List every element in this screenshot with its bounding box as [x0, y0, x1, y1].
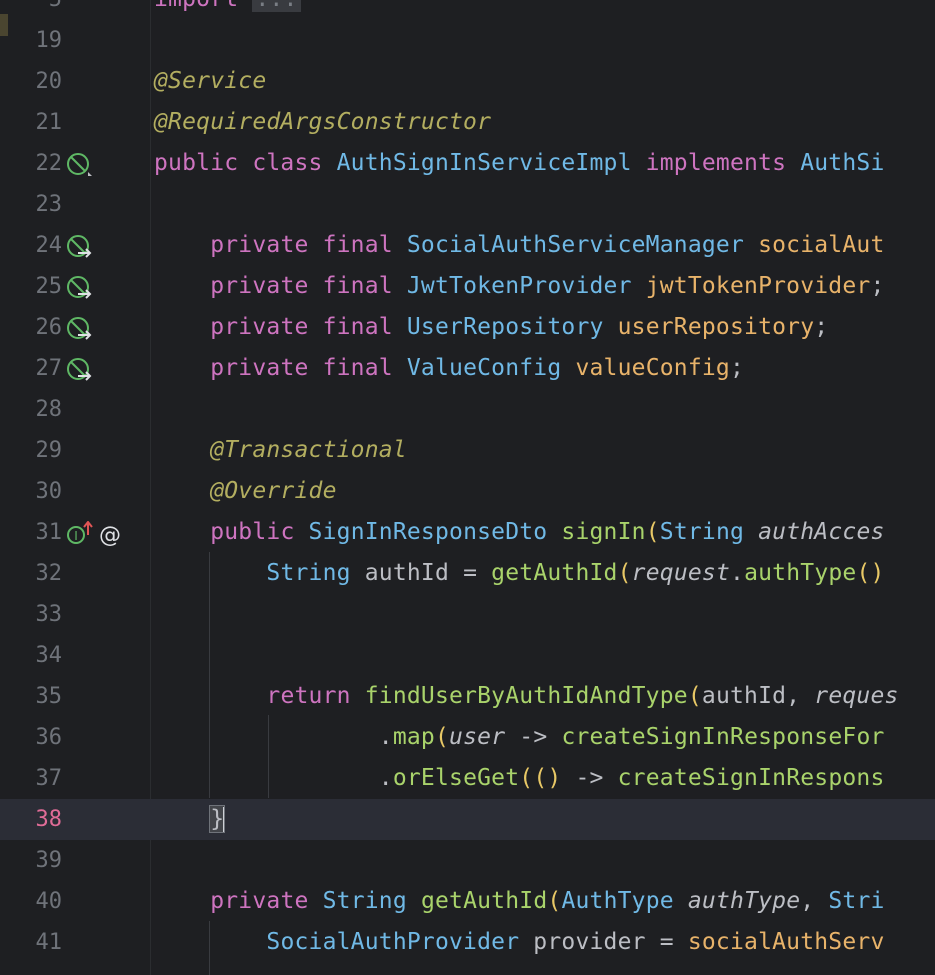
line-number: 34 — [35, 643, 63, 668]
line-number: 36 — [35, 725, 63, 750]
line-number: 5 — [0, 0, 62, 20]
code-line[interactable]: 29 @Transactional — [0, 430, 935, 471]
line-number: 24 — [35, 233, 63, 258]
bean-class-icon[interactable] — [66, 152, 92, 178]
code-text: String authId = getAuthId(request.authTy… — [266, 560, 885, 586]
line-number: 27 — [35, 356, 63, 381]
line-number: 33 — [35, 602, 63, 627]
line-number: 30 — [35, 479, 63, 504]
line-number: 21 — [35, 110, 63, 135]
code-line[interactable]: 26 private final UserRepository userRepo… — [0, 307, 935, 348]
code-line[interactable]: 21 @RequiredArgsConstructor — [0, 102, 935, 143]
implements-override-icon[interactable]: I @ — [66, 521, 126, 547]
line-number: 35 — [35, 684, 63, 709]
code-line[interactable]: 5 import ... — [0, 0, 935, 20]
line-number: 22 — [35, 151, 63, 176]
matched-brace: } — [209, 805, 226, 833]
line-number: 20 — [35, 69, 63, 94]
code-line[interactable]: 37 .orElseGet(() -> createSignInRespons — [0, 758, 935, 799]
line-number: 32 — [35, 561, 63, 586]
code-text: .map(user -> createSignInResponseFor — [378, 724, 885, 750]
code-text: @RequiredArgsConstructor — [154, 109, 492, 135]
svg-text:@: @ — [99, 523, 121, 547]
line-number: 41 — [35, 930, 63, 955]
caret-line[interactable]: 38 } — [0, 799, 935, 840]
line-number: 28 — [35, 397, 63, 422]
code-text: private final JwtTokenProvider jwtTokenP… — [210, 273, 885, 299]
code-line[interactable]: 27 private final ValueConfig valueConfig… — [0, 348, 935, 389]
code-line[interactable]: 33 — [0, 594, 935, 635]
autowired-navigate-icon[interactable] — [66, 275, 92, 301]
code-line[interactable]: 22 public class AuthSignInServiceImpl im… — [0, 143, 935, 184]
code-line[interactable]: 32 String authId = getAuthId(request.aut… — [0, 553, 935, 594]
line-number: 40 — [35, 889, 63, 914]
autowired-navigate-icon[interactable] — [66, 234, 92, 260]
code-text: SocialAuthProvider provider = socialAuth… — [266, 929, 885, 955]
folded-imports[interactable]: ... — [252, 0, 301, 12]
line-number: 31 — [35, 520, 63, 545]
code-line[interactable]: 24 private final SocialAuthServiceManage… — [0, 225, 935, 266]
code-text: .orElseGet(() -> createSignInRespons — [378, 765, 885, 791]
code-line[interactable]: 40 private String getAuthId(AuthType aut… — [0, 881, 935, 922]
code-line[interactable]: 31 I @ public SignInResponseDto signIn(S… — [0, 512, 935, 553]
line-number: 23 — [35, 192, 63, 217]
code-line[interactable]: 30 @Override — [0, 471, 935, 512]
code-text: @Service — [154, 68, 267, 94]
code-editor[interactable]: 5 import ... 19 20 @Service 21 @Required… — [0, 0, 935, 975]
autowired-navigate-icon[interactable] — [66, 316, 92, 342]
code-line[interactable]: 25 private final JwtTokenProvider jwtTok… — [0, 266, 935, 307]
line-number: 29 — [35, 438, 63, 463]
code-text: private final ValueConfig valueConfig; — [210, 355, 745, 381]
line-number: 39 — [35, 848, 63, 873]
code-line[interactable]: 34 — [0, 635, 935, 676]
code-line[interactable]: 19 — [0, 20, 935, 61]
line-number: 38 — [35, 807, 63, 832]
code-line[interactable]: 28 — [0, 389, 935, 430]
svg-text:I: I — [74, 529, 78, 543]
code-text: } — [154, 799, 226, 840]
code-text: private final SocialAuthServiceManager s… — [210, 232, 885, 258]
line-number: 19 — [35, 28, 63, 53]
code-line[interactable]: 39 — [0, 840, 935, 881]
code-text: private String getAuthId(AuthType authTy… — [210, 888, 885, 914]
line-number: 37 — [35, 766, 63, 791]
code-line[interactable]: 23 — [0, 184, 935, 225]
code-text: import ... — [154, 0, 301, 20]
code-text: private final UserRepository userReposit… — [210, 314, 829, 340]
code-text: public class AuthSignInServiceImpl imple… — [154, 150, 885, 176]
code-line[interactable]: 36 .map(user -> createSignInResponseFor — [0, 717, 935, 758]
code-text: public SignInResponseDto signIn(String a… — [210, 519, 885, 545]
line-number: 25 — [35, 274, 63, 299]
autowired-navigate-icon[interactable] — [66, 357, 92, 383]
code-line[interactable]: 20 @Service — [0, 61, 935, 102]
line-number: 26 — [35, 315, 63, 340]
code-text: return findUserByAuthIdAndType(authId, r… — [266, 683, 899, 709]
code-line[interactable]: 35 return findUserByAuthIdAndType(authId… — [0, 676, 935, 717]
text-caret — [223, 806, 226, 833]
code-line[interactable]: 41 SocialAuthProvider provider = socialA… — [0, 922, 935, 963]
code-text: @Override — [154, 478, 337, 504]
code-text: @Transactional — [154, 437, 407, 463]
